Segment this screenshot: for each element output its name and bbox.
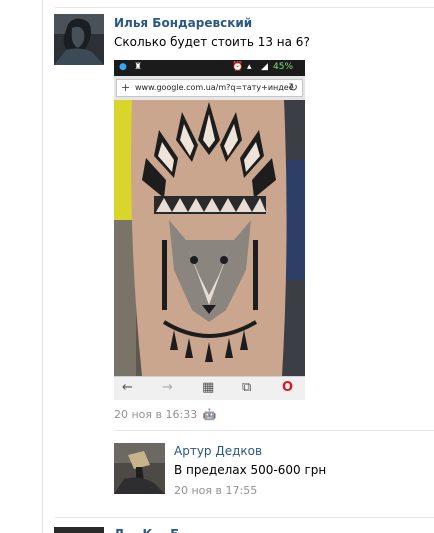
tabs-icon[interactable]: ⧉	[242, 380, 251, 395]
browser-address-bar[interactable]: + www.google.com.ua/m?q=тату+индее ↻	[116, 79, 303, 97]
wifi-icon: ▴	[247, 62, 252, 72]
browser-url: www.google.com.ua/m?q=тату+индее	[135, 83, 294, 92]
reply-author-avatar[interactable]	[114, 443, 165, 494]
reply-author-name[interactable]: Артур Дедков	[174, 444, 262, 458]
attached-photo[interactable]: ● ♜ ⏰ ▴ ◢ 45% + www.google.com.ua/m?q=та…	[114, 60, 305, 400]
app-notification-icon: ●	[119, 62, 127, 72]
tattoo-image	[114, 100, 305, 376]
tattoo-illustration	[114, 100, 305, 376]
post-author-name[interactable]: Илья Бондаревский	[114, 16, 252, 30]
next-post-avatar[interactable]	[54, 527, 104, 533]
bug-icon: ♜	[134, 62, 143, 72]
opera-icon[interactable]: O	[282, 380, 293, 395]
reply-timestamp[interactable]: 20 ноя в 17:55	[174, 484, 257, 497]
author-avatar[interactable]	[54, 14, 104, 65]
battery-level: 45%	[273, 62, 294, 72]
grid-icon[interactable]: ▦	[202, 380, 214, 395]
post-text: Сколько будет стоить 13 на 6?	[114, 35, 310, 49]
signal-icon: ◢	[261, 62, 268, 72]
left-column-border	[42, 0, 43, 533]
new-tab-icon[interactable]: +	[121, 81, 130, 94]
next-post-author-name[interactable]: Д... К... Б...	[114, 528, 193, 533]
back-arrow-icon[interactable]: ←	[122, 380, 133, 395]
android-icon: 🤖	[202, 408, 217, 421]
post-divider	[55, 517, 434, 518]
post-timestamp[interactable]: 20 ноя в 16:33 🤖	[114, 408, 216, 421]
reply-divider	[114, 430, 434, 431]
top-divider	[55, 7, 434, 8]
forward-arrow-icon[interactable]: →	[162, 380, 173, 395]
reload-icon[interactable]: ↻	[289, 81, 298, 94]
alarm-icon: ⏰	[232, 62, 244, 72]
phone-status-bar: ● ♜ ⏰ ▴ ◢ 45%	[114, 60, 305, 76]
reply-text: В пределах 500-600 грн	[174, 463, 327, 477]
browser-nav-bar: ← → ▦ ⧉ O	[114, 376, 305, 400]
